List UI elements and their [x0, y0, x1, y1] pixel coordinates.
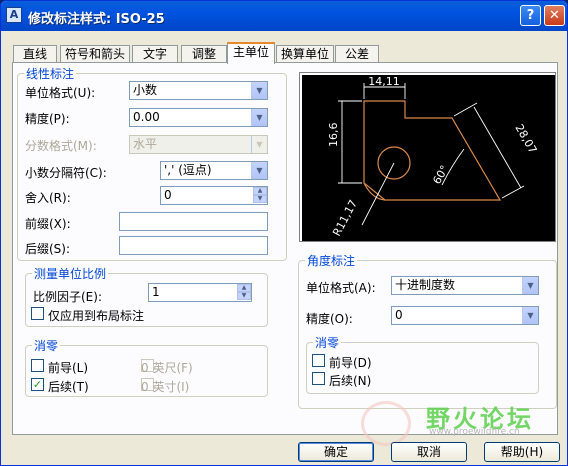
- prefix-label: 前缀(X):: [25, 217, 71, 231]
- close-button[interactable]: ✕: [544, 5, 565, 26]
- round-off-label: 舍入(R):: [25, 191, 71, 205]
- linear-trailing-label: 后续(T): [48, 380, 89, 394]
- window-title: 修改标注样式: ISO-25: [28, 12, 165, 27]
- precision-select[interactable]: 0.00 ▼: [129, 108, 268, 127]
- title-bar[interactable]: A 修改标注样式: ISO-25 ? ✕: [1, 1, 567, 31]
- preview-dim-top: 14,11: [368, 75, 400, 88]
- preview-drawing: 14,11 16,6 28,07 60° R11,17: [302, 75, 555, 241]
- precision-value: 0.00: [133, 110, 160, 124]
- zero-suppression-angular-legend: 消零: [315, 336, 340, 350]
- chevron-down-icon: ▼: [251, 162, 267, 179]
- scale-factor-value: 1: [152, 285, 160, 299]
- chevron-down-icon: ▼: [251, 82, 267, 99]
- linear-trailing-checkbox[interactable]: ✓: [31, 378, 44, 391]
- decimal-separator-value: ',' (逗点): [164, 163, 212, 177]
- angular-precision-select[interactable]: 0 ▼: [391, 306, 539, 325]
- fraction-format-value: 水平: [133, 137, 158, 151]
- decimal-separator-select[interactable]: ',' (逗点) ▼: [160, 161, 268, 180]
- spin-down-icon[interactable]: ▼: [237, 292, 251, 300]
- decimal-separator-label: 小数分隔符(C):: [25, 166, 107, 180]
- chevron-down-icon: ▼: [251, 109, 267, 126]
- round-off-value: 0: [164, 188, 172, 202]
- watermark-url: www.proewildfire.cn: [429, 427, 520, 437]
- autocad-dim-icon: A: [6, 7, 22, 23]
- zero-suppression-linear-legend: 消零: [34, 339, 59, 353]
- dimension-preview: 14,11 16,6 28,07 60° R11,17: [299, 72, 556, 242]
- fraction-format-label: 分数格式(M):: [25, 139, 97, 153]
- chevron-down-icon: ▼: [251, 136, 267, 153]
- spin-down-icon[interactable]: ▼: [253, 195, 267, 203]
- unit-format-select[interactable]: 小数 ▼: [129, 81, 268, 100]
- prefix-input[interactable]: [119, 212, 268, 231]
- angular-unit-format-select[interactable]: 十进制度数 ▼: [391, 276, 539, 295]
- spin-up-icon[interactable]: ▲: [237, 284, 251, 292]
- angular-unit-format-label: 单位格式(A):: [306, 281, 376, 295]
- layout-only-label: 仅应用到布局标注: [48, 309, 145, 323]
- angular-dimensions-legend: 角度标注: [307, 254, 356, 268]
- scale-factor-label: 比例因子(E):: [33, 290, 102, 304]
- chevron-down-icon: ▼: [522, 307, 538, 324]
- round-off-input[interactable]: 0 ▲ ▼: [160, 186, 268, 205]
- measurement-scale-legend: 测量单位比例: [34, 267, 107, 281]
- tab-symbols-arrows[interactable]: 符号和箭头: [60, 45, 130, 63]
- unit-format-value: 小数: [133, 83, 158, 97]
- precision-label: 精度(P):: [25, 112, 70, 126]
- tab-lines[interactable]: 直线: [13, 45, 57, 63]
- angular-trailing-label: 后续(N): [329, 374, 372, 388]
- ok-button[interactable]: 确定: [298, 442, 374, 462]
- scale-factor-input[interactable]: 1 ▲ ▼: [148, 283, 252, 302]
- linear-dimensions-legend: 线性标注: [26, 67, 75, 81]
- angular-leading-label: 前导(D): [329, 356, 372, 370]
- dialog-window: A 修改标注样式: ISO-25 ? ✕ 直线 符号和箭头 文字 调整 主单位 …: [0, 0, 568, 466]
- tab-alternate-units[interactable]: 换算单位: [276, 45, 334, 63]
- tab-text[interactable]: 文字: [132, 45, 178, 63]
- unit-format-label: 单位格式(U):: [25, 86, 96, 100]
- angular-unit-format-value: 十进制度数: [395, 278, 456, 292]
- help-button[interactable]: 帮助(H): [484, 442, 560, 462]
- suffix-input[interactable]: [119, 236, 268, 255]
- tab-fit[interactable]: 调整: [181, 45, 227, 63]
- scale-factor-spinner[interactable]: ▲ ▼: [237, 284, 251, 301]
- linear-leading-label: 前导(L): [48, 361, 89, 375]
- fraction-format-select: 水平 ▼: [129, 135, 268, 154]
- zero-feet-label: 0 英尺(F): [141, 361, 193, 375]
- spin-up-icon[interactable]: ▲: [253, 187, 267, 195]
- watermark-logo: [361, 401, 411, 446]
- angular-precision-label: 精度(O):: [306, 312, 353, 326]
- preview-dim-left: 16,6: [327, 123, 340, 148]
- round-off-spinner[interactable]: ▲ ▼: [253, 187, 267, 204]
- angular-leading-checkbox[interactable]: [312, 354, 325, 367]
- chevron-down-icon: ▼: [522, 277, 538, 294]
- angular-precision-value: 0: [395, 308, 403, 322]
- tab-primary-units[interactable]: 主单位: [227, 42, 275, 64]
- zero-inches-label: 0 英寸(I): [141, 380, 190, 394]
- cancel-button[interactable]: 取消: [391, 442, 467, 462]
- layout-only-checkbox[interactable]: [31, 307, 44, 320]
- suffix-label: 后缀(S):: [25, 242, 71, 256]
- tab-tolerances[interactable]: 公差: [335, 45, 379, 63]
- linear-leading-checkbox[interactable]: [31, 359, 44, 372]
- help-title-button[interactable]: ?: [520, 5, 541, 26]
- angular-trailing-checkbox[interactable]: [312, 372, 325, 385]
